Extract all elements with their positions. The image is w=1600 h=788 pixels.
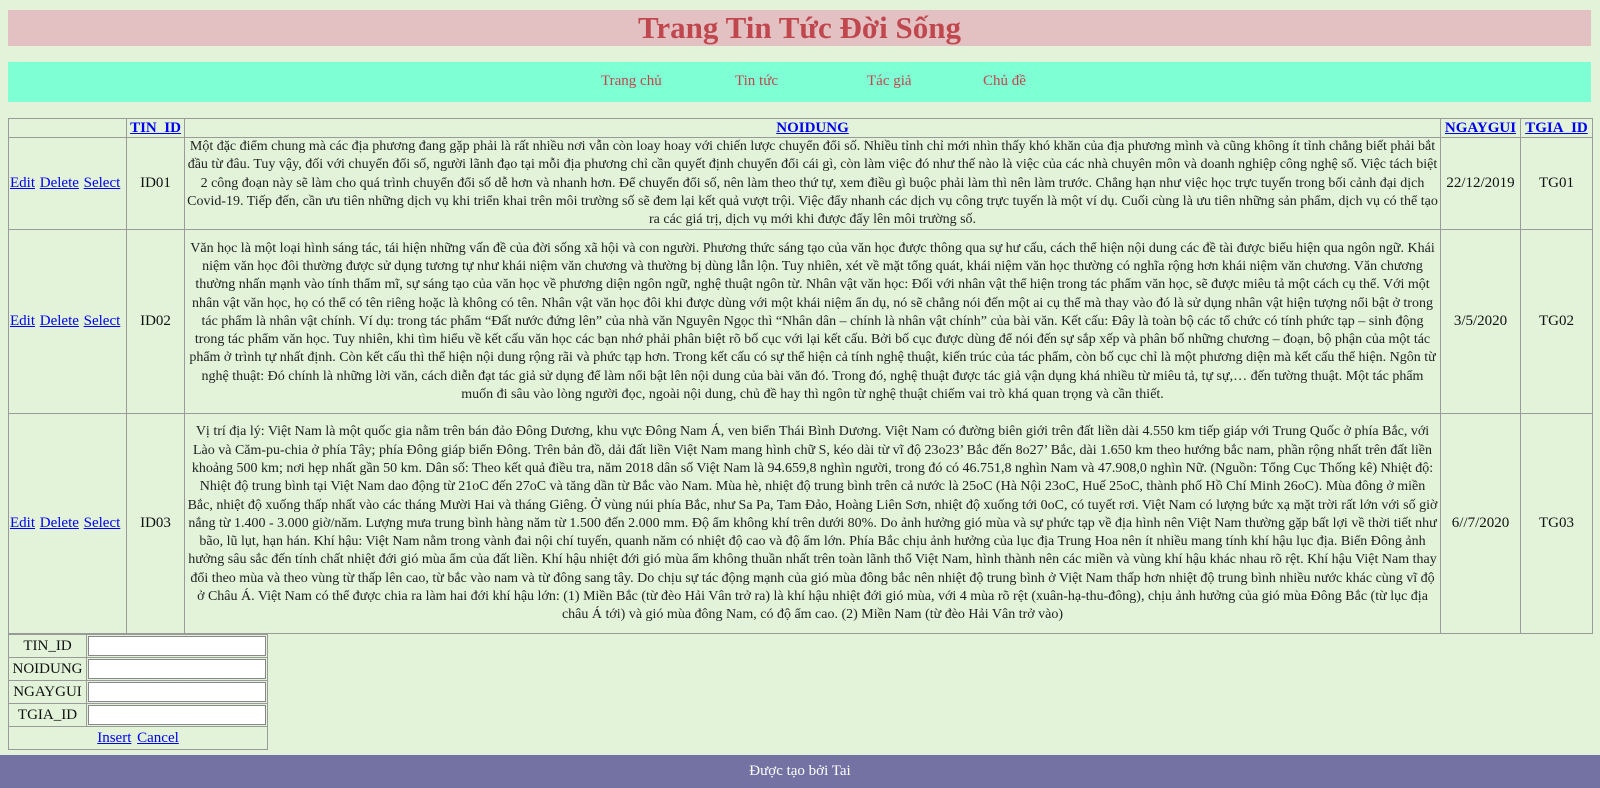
field-cell [86,657,268,681]
row-actions: Edit Delete Select [8,413,127,635]
page-header: Trang Tin Tức Đời Sống [8,10,1591,46]
column-header-actions [8,118,127,138]
tin-id-input[interactable] [88,636,266,656]
column-header-noidung: NOIDUNG [184,118,1441,138]
news-table: TIN_ID NOIDUNG NGAYGUI TGIA_ID Edit Dele… [8,118,1593,635]
sort-link-tin-id[interactable]: TIN_ID [130,120,181,136]
form-row-noidung: NOIDUNG [8,657,268,681]
column-header-tgia-id: TGIA_ID [1520,118,1593,138]
cell-ngaygui: 22/12/2019 [1440,136,1521,231]
label-ngaygui: NGAYGUI [8,680,87,704]
nav-link-chu-de[interactable]: Chủ đề [983,73,1026,90]
nav-bar: Trang chủ Tin tức Tác giả Chủ đề [8,62,1591,102]
noidung-input[interactable] [88,659,266,679]
select-link[interactable]: Select [84,313,121,329]
cell-ngaygui: 3/5/2020 [1440,229,1521,415]
page-footer: Được tạo bởi Tai [0,755,1600,788]
cell-noidung: Vị trí địa lý: Việt Nam là một quốc gia … [184,413,1441,635]
table-row: Edit Delete Select ID02 Văn học là một l… [8,229,1593,415]
tgia-id-input[interactable] [88,705,266,725]
form-actions: Insert Cancel [8,726,268,750]
row-actions: Edit Delete Select [8,229,127,415]
delete-link[interactable]: Delete [40,515,79,531]
edit-link[interactable]: Edit [10,313,35,329]
table-header-row: TIN_ID NOIDUNG NGAYGUI TGIA_ID [8,118,1593,138]
field-cell [86,634,268,658]
cell-noidung: Văn học là một loại hình sáng tác, tái h… [184,229,1441,415]
nav-link-trang-chu[interactable]: Trang chủ [601,73,662,90]
cancel-link[interactable]: Cancel [137,730,179,746]
label-noidung: NOIDUNG [8,657,87,681]
delete-link[interactable]: Delete [40,313,79,329]
edit-link[interactable]: Edit [10,515,35,531]
nav-link-tin-tuc[interactable]: Tin tức [735,73,778,90]
cell-noidung: Một đặc điểm chung mà các địa phương đan… [184,136,1441,231]
cell-tgia-id: TG01 [1520,136,1593,231]
field-cell [86,680,268,704]
cell-tgia-id: TG03 [1520,413,1593,635]
select-link[interactable]: Select [84,515,121,531]
table-row: Edit Delete Select ID03 Vị trí địa lý: V… [8,413,1593,635]
footer-text: Được tạo bởi Tai [749,763,851,779]
column-header-tin-id: TIN_ID [126,118,185,138]
cell-tgia-id: TG02 [1520,229,1593,415]
sort-link-noidung[interactable]: NOIDUNG [776,120,849,136]
ngaygui-input[interactable] [88,682,266,702]
sort-link-tgia-id[interactable]: TGIA_ID [1525,120,1588,136]
column-header-ngaygui: NGAYGUI [1440,118,1521,138]
cell-ngaygui: 6//7/2020 [1440,413,1521,635]
nav-link-tac-gia[interactable]: Tác giả [867,73,912,90]
select-link[interactable]: Select [84,175,121,191]
cell-tin-id: ID01 [126,136,185,231]
form-row-tin-id: TIN_ID [8,634,268,658]
page-title: Trang Tin Tức Đời Sống [638,10,961,45]
form-row-ngaygui: NGAYGUI [8,680,268,704]
row-actions: Edit Delete Select [8,136,127,231]
insert-form: TIN_ID NOIDUNG NGAYGUI TGIA_ID Insert Ca… [8,634,268,750]
cell-tin-id: ID03 [126,413,185,635]
table-row: Edit Delete Select ID01 Một đặc điểm chu… [8,136,1593,231]
label-tgia-id: TGIA_ID [8,703,87,727]
form-actions-row: Insert Cancel [8,726,268,750]
cell-tin-id: ID02 [126,229,185,415]
label-tin-id: TIN_ID [8,634,87,658]
field-cell [86,703,268,727]
sort-link-ngaygui[interactable]: NGAYGUI [1445,120,1516,136]
edit-link[interactable]: Edit [10,175,35,191]
delete-link[interactable]: Delete [40,175,79,191]
form-row-tgia-id: TGIA_ID [8,703,268,727]
insert-link[interactable]: Insert [97,730,131,746]
